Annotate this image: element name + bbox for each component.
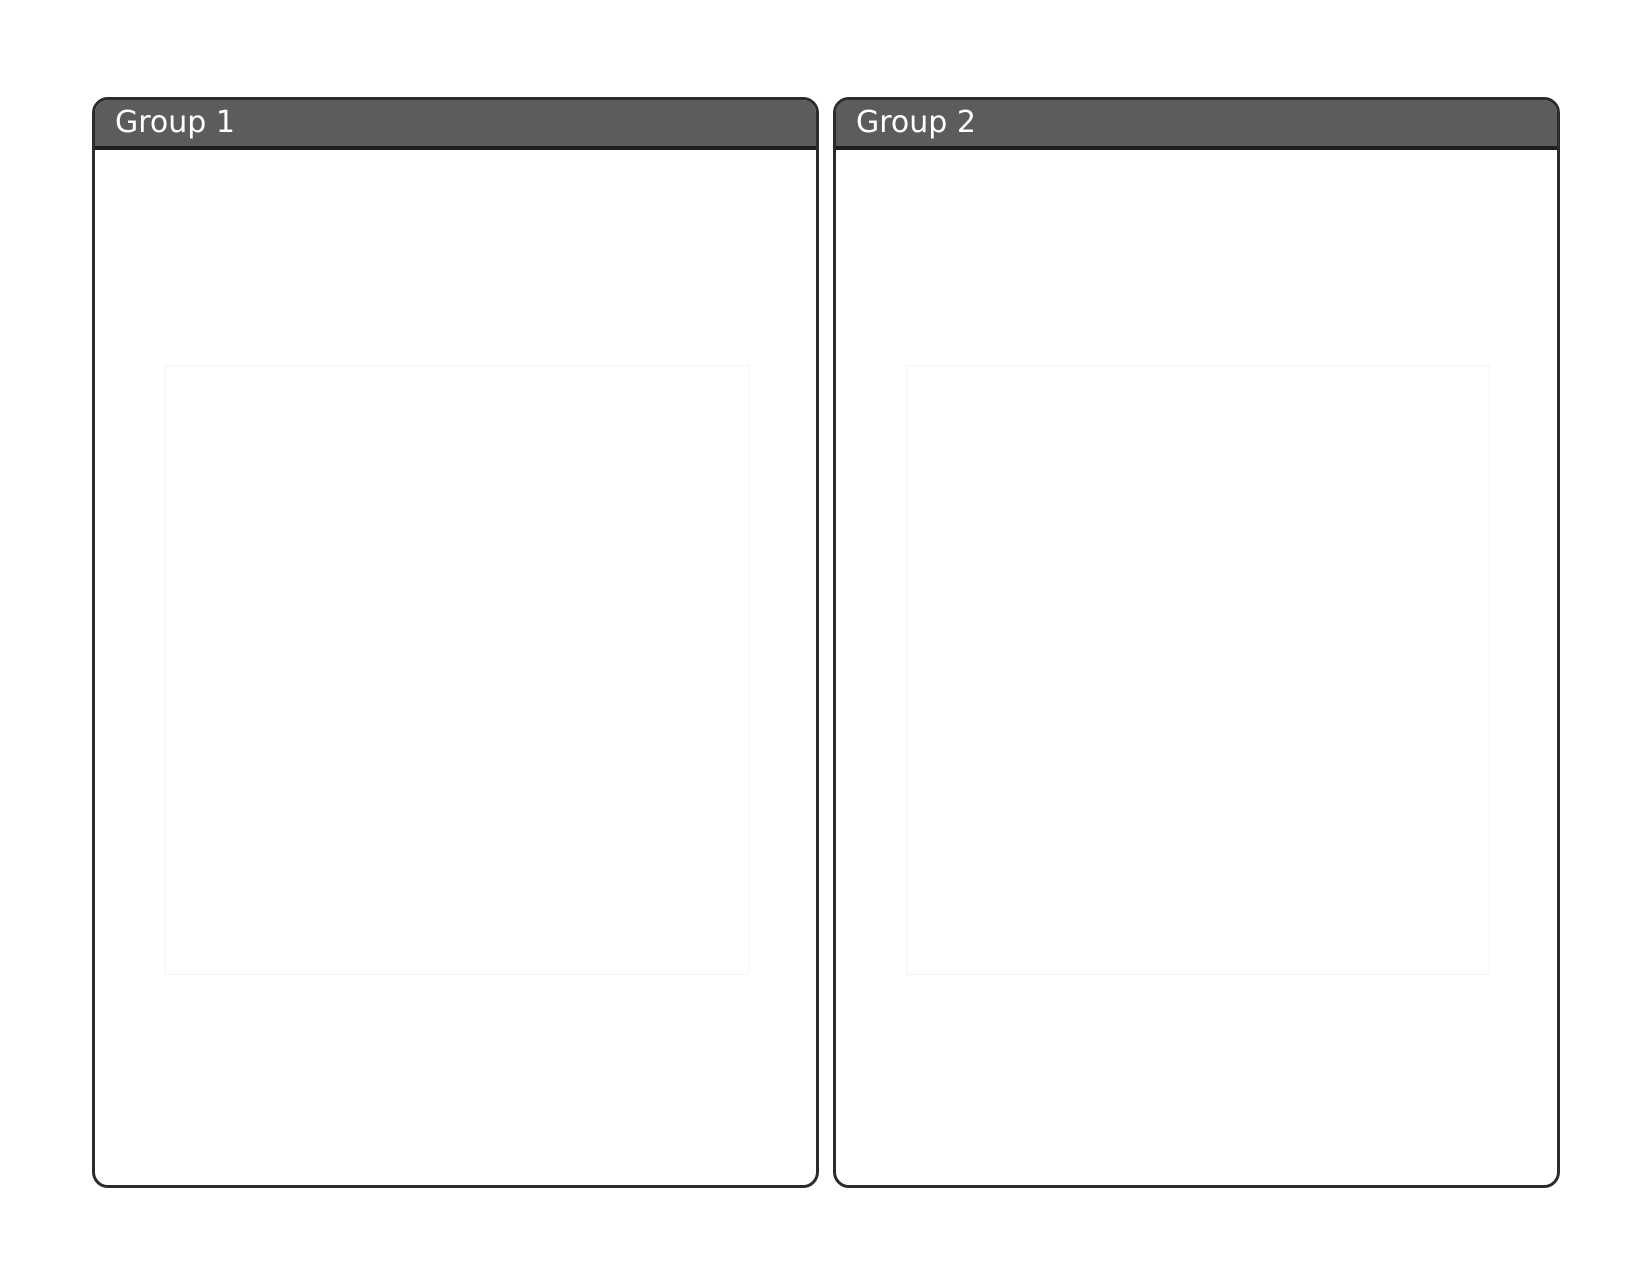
group-2-header: Group 2 <box>836 100 1557 150</box>
group-1-container: Group 1 <box>92 97 819 1188</box>
group-2-title: Group 2 <box>856 105 976 140</box>
group-2-content-area <box>906 365 1490 975</box>
group-1-title: Group 1 <box>115 105 235 140</box>
group-1-content-area <box>165 365 749 975</box>
group-2-container: Group 2 <box>833 97 1560 1188</box>
group-1-header: Group 1 <box>95 100 816 150</box>
